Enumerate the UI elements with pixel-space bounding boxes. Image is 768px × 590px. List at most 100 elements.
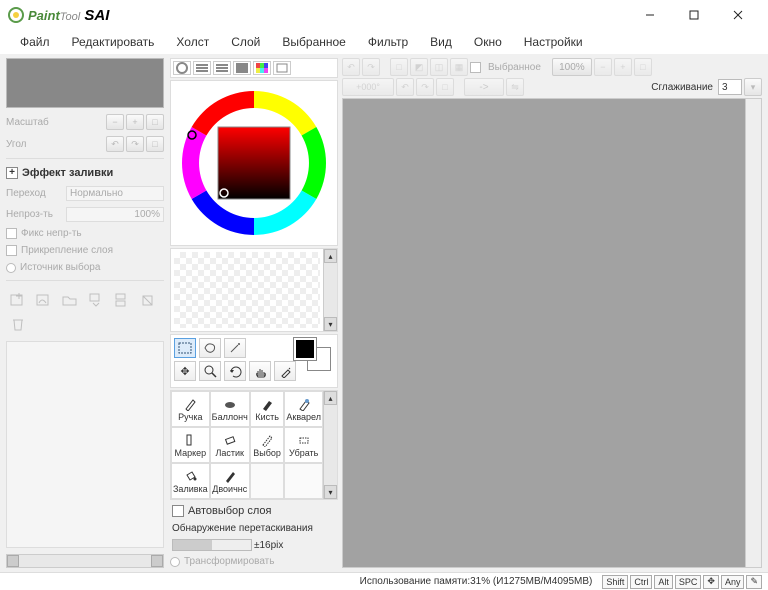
key-any: Any <box>721 575 745 589</box>
nav-zoom-out[interactable]: − <box>106 114 124 130</box>
lock-opacity-checkbox[interactable]: Фикс непр-ть <box>6 227 164 240</box>
menu-canvas[interactable]: Холст <box>166 32 219 52</box>
tool-rect-select[interactable] <box>174 338 196 358</box>
color-wheel[interactable] <box>170 80 338 246</box>
brush-empty-2[interactable] <box>284 463 323 499</box>
color-hsv-tab[interactable] <box>213 61 231 75</box>
transfer-down-button[interactable] <box>86 291 106 309</box>
hide-sel-button[interactable]: ▦ <box>450 58 468 76</box>
brush-watercolor[interactable]: Акварел <box>284 391 323 427</box>
blend-mode-select[interactable]: Нормально <box>66 186 164 201</box>
rotate-reset-button[interactable]: □ <box>436 78 454 96</box>
brush-pen[interactable]: Ручка <box>171 391 210 427</box>
app-logo-icon <box>8 7 24 23</box>
undo-button[interactable]: ↶ <box>342 58 360 76</box>
layer-toolbar <box>6 287 164 337</box>
new-folder-button[interactable] <box>60 291 80 309</box>
nav-rotate-ccw[interactable]: ↶ <box>106 136 124 152</box>
window-close-button[interactable] <box>716 1 760 29</box>
brush-binary[interactable]: Двоичнс <box>210 463 250 499</box>
tool-rotate[interactable] <box>224 361 246 381</box>
menu-window[interactable]: Окно <box>464 32 512 52</box>
flip-h-button[interactable]: ⇋ <box>506 78 524 96</box>
merge-down-button[interactable] <box>112 291 132 309</box>
color-wheel-tab[interactable] <box>173 61 191 75</box>
brush-select-pen[interactable]: Выбор <box>250 427 285 463</box>
nav-angle-label: Угол <box>6 139 62 150</box>
key-shift: Shift <box>602 575 628 589</box>
key-move: ✥ <box>703 575 719 589</box>
brush-bucket[interactable]: Заливка <box>171 463 210 499</box>
rotate-cw-button[interactable]: ↷ <box>416 78 434 96</box>
color-rgb-tab[interactable] <box>193 61 211 75</box>
nav-rotate-reset[interactable]: □ <box>146 136 164 152</box>
menu-view[interactable]: Вид <box>420 32 462 52</box>
layer-hscroll[interactable] <box>6 554 164 568</box>
deselect-button[interactable]: □ <box>390 58 408 76</box>
brush-airbrush[interactable]: Баллонч <box>210 391 250 427</box>
window-maximize-button[interactable] <box>672 1 716 29</box>
selection-source-radio[interactable]: Источник выбора <box>6 261 164 274</box>
brush-eraser[interactable]: Ластик <box>210 427 250 463</box>
nav-rotate-cw[interactable]: ↷ <box>126 136 144 152</box>
color-mode-bar <box>170 58 338 78</box>
clear-layer-button[interactable] <box>138 291 158 309</box>
canvas-vscroll[interactable] <box>745 99 761 567</box>
swatch-panel[interactable]: ▴▾ <box>170 248 338 332</box>
fill-effect-header[interactable]: + Эффект заливки <box>6 165 164 181</box>
zoom-in-button[interactable]: + <box>614 58 632 76</box>
delete-layer-button[interactable] <box>8 315 28 333</box>
menubar: Файл Редактировать Холст Слой Выбранное … <box>0 30 768 54</box>
navigator-preview[interactable] <box>6 58 164 108</box>
new-linework-button[interactable] <box>34 291 54 309</box>
smoothing-dropdown[interactable]: ▾ <box>744 78 762 96</box>
brush-brush[interactable]: Кисть <box>250 391 285 427</box>
tool-lasso[interactable] <box>199 338 221 358</box>
layer-list[interactable] <box>6 341 164 548</box>
transform-radio[interactable]: Трансформировать <box>170 555 338 568</box>
drag-detect-slider[interactable]: ±16pix <box>170 537 338 553</box>
nav-zoom-reset[interactable]: □ <box>146 114 164 130</box>
tools-panel: ▴▾ ✥ Ручка Баллонч Кисть Акваре <box>168 54 340 572</box>
brush-empty-1[interactable] <box>250 463 285 499</box>
menu-edit[interactable]: Редактировать <box>62 32 165 52</box>
tool-move[interactable]: ✥ <box>174 361 196 381</box>
redo-button[interactable]: ↷ <box>362 58 380 76</box>
swatch-vscroll[interactable]: ▴▾ <box>323 249 337 331</box>
tool-hand[interactable] <box>249 361 271 381</box>
zoom-out-button[interactable]: − <box>594 58 612 76</box>
zoom-display[interactable]: 100% <box>552 58 592 76</box>
angle-display[interactable]: +000° <box>342 78 394 96</box>
menu-layer[interactable]: Слой <box>221 32 270 52</box>
autoselect-layer-checkbox[interactable]: Автовыбор слоя <box>170 502 338 520</box>
tool-eyedropper[interactable] <box>274 361 296 381</box>
opacity-slider[interactable]: 100% <box>66 207 164 222</box>
menu-selection[interactable]: Выбранное <box>272 32 355 52</box>
clip-layer-checkbox[interactable]: Прикрепление слоя <box>6 244 164 257</box>
zoom-fit-button[interactable]: □ <box>634 58 652 76</box>
show-sel-button[interactable]: ◫ <box>430 58 448 76</box>
invert-sel-button[interactable]: ◩ <box>410 58 428 76</box>
new-layer-button[interactable] <box>8 291 28 309</box>
window-minimize-button[interactable] <box>628 1 672 29</box>
tool-zoom[interactable] <box>199 361 221 381</box>
key-ctrl: Ctrl <box>630 575 652 589</box>
color-scratchpad-tab[interactable] <box>273 61 291 75</box>
menu-file[interactable]: Файл <box>10 32 60 52</box>
color-mixer-tab[interactable] <box>233 61 251 75</box>
tool-magic-wand[interactable] <box>224 338 246 358</box>
brush-select-erase[interactable]: Убрать <box>284 427 323 463</box>
brush-marker[interactable]: Маркер <box>171 427 210 463</box>
titlebar: PaintTool SAI <box>0 0 768 30</box>
smoothing-value[interactable]: 3 <box>718 79 742 95</box>
menu-settings[interactable]: Настройки <box>514 32 593 52</box>
canvas[interactable] <box>343 99 745 567</box>
flip-button[interactable]: -> <box>464 78 504 96</box>
color-swatches-tab[interactable] <box>253 61 271 75</box>
menu-filter[interactable]: Фильтр <box>358 32 418 52</box>
brush-vscroll[interactable]: ▴▾ <box>323 391 337 499</box>
fg-bg-color[interactable] <box>294 338 334 358</box>
pen-indicator: ✎ <box>746 575 762 589</box>
nav-zoom-in[interactable]: + <box>126 114 144 130</box>
rotate-ccw-button[interactable]: ↶ <box>396 78 414 96</box>
